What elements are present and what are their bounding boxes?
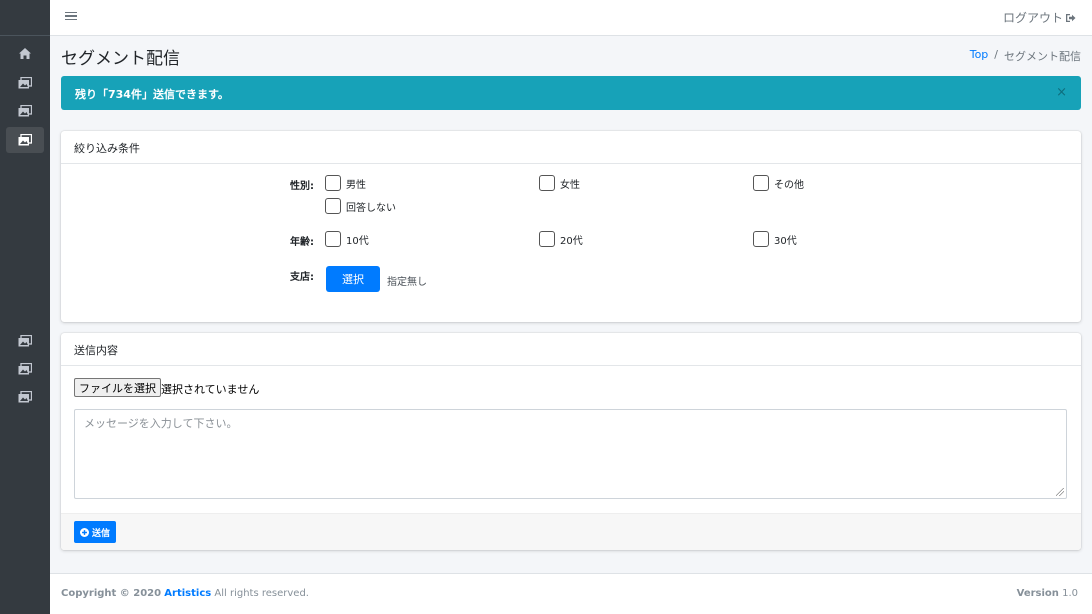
checkbox-box[interactable] [539,231,555,247]
send-label: 送信 [92,528,111,539]
sidebar-item-1[interactable] [6,70,44,96]
home-icon [19,47,31,59]
gender-male-checkbox[interactable]: 男性 [325,175,366,191]
version-label: Version [1016,588,1059,599]
sidebar-item-3[interactable] [6,328,44,354]
filter-card-title: 絞り込み条件 [61,131,1081,164]
content-card: 送信内容 ファイルを選択 選択されていません メッセージを入力して下さい。 送信 [61,333,1081,550]
logout-link[interactable]: ログアウト [1003,9,1076,26]
alert-message: 残り「734件」送信できます。 [75,88,229,101]
image-icon [18,391,32,403]
gender-no-answer-checkbox[interactable]: 回答しない [325,198,396,214]
gender-female-checkbox[interactable]: 女性 [539,175,580,191]
branch-label: 支店: [290,272,314,283]
filter-card: 絞り込み条件 性別: 男性 女性 その他 回答しない 年齢: 10代 20代 3… [61,131,1081,322]
sidebar-item-5[interactable] [6,384,44,410]
image-icon [18,134,32,146]
logout-label: ログアウト [1002,11,1063,25]
plus-circle-icon [80,527,89,537]
checkbox-box[interactable] [539,175,555,191]
branch-value: 指定無し [387,277,427,288]
sidebar-brand [0,0,50,36]
breadcrumb: Top / セグメント配信 [970,48,1081,64]
age-20s-checkbox[interactable]: 20代 [539,231,583,247]
version-value: 1.0 [1062,588,1078,599]
image-icon [18,335,32,347]
checkbox-label: 10代 [346,235,369,247]
breadcrumb-current: セグメント配信 [1004,50,1081,63]
image-icon [18,363,32,375]
message-placeholder: メッセージを入力して下さい。 [84,417,238,430]
image-icon [18,105,32,117]
brand-link[interactable]: Artistics [164,588,211,599]
age-30s-checkbox[interactable]: 30代 [753,231,797,247]
breadcrumb-top-link[interactable]: Top [970,48,989,64]
remaining-alert: 残り「734件」送信できます。 × [61,76,1081,110]
sidebar-item-segment[interactable] [6,127,44,153]
sign-out-icon [1066,13,1076,22]
checkbox-label: 女性 [560,179,580,191]
copyright: Copyright © 2020 Artistics All rights re… [61,588,309,599]
send-button[interactable]: 送信 [74,521,117,543]
gender-other-checkbox[interactable]: その他 [753,175,804,191]
checkbox-box[interactable] [753,231,769,247]
copyright-prefix: Copyright © 2020 [61,588,162,599]
gender-label: 性別: [290,181,314,192]
page-footer: Copyright © 2020 Artistics All rights re… [50,573,1092,614]
content-card-footer: 送信 [61,513,1081,550]
breadcrumb-separator: / [994,48,998,61]
version: Version 1.0 [1017,588,1078,599]
sidebar-item-2[interactable] [6,98,44,124]
sidebar [0,0,50,614]
branch-select-button[interactable]: 選択 [326,266,380,292]
sidebar-item-4[interactable] [6,356,44,382]
checkbox-box[interactable] [325,231,341,247]
checkbox-label: その他 [774,179,804,191]
checkbox-label: 30代 [774,235,797,247]
menu-toggle-icon[interactable] [65,9,77,23]
file-select-button[interactable]: ファイルを選択 [74,378,161,397]
checkbox-label: 男性 [346,179,366,191]
resize-grip-icon[interactable] [1056,488,1064,496]
alert-close-button[interactable]: × [1056,85,1067,100]
page-title: セグメント配信 [61,49,180,69]
checkbox-label: 回答しない [346,202,396,214]
image-icon [18,77,32,89]
checkbox-box[interactable] [753,175,769,191]
checkbox-box[interactable] [325,175,341,191]
age-label: 年齢: [290,237,314,248]
top-navbar: ログアウト [50,0,1092,36]
content-card-title: 送信内容 [61,333,1081,366]
checkbox-box[interactable] [325,198,341,214]
sidebar-item-home[interactable] [6,40,44,66]
checkbox-label: 20代 [560,235,583,247]
age-10s-checkbox[interactable]: 10代 [325,231,369,247]
copyright-rights: All rights reserved. [214,588,309,599]
message-textarea[interactable]: メッセージを入力して下さい。 [74,409,1067,499]
file-status: 選択されていません [161,383,260,396]
